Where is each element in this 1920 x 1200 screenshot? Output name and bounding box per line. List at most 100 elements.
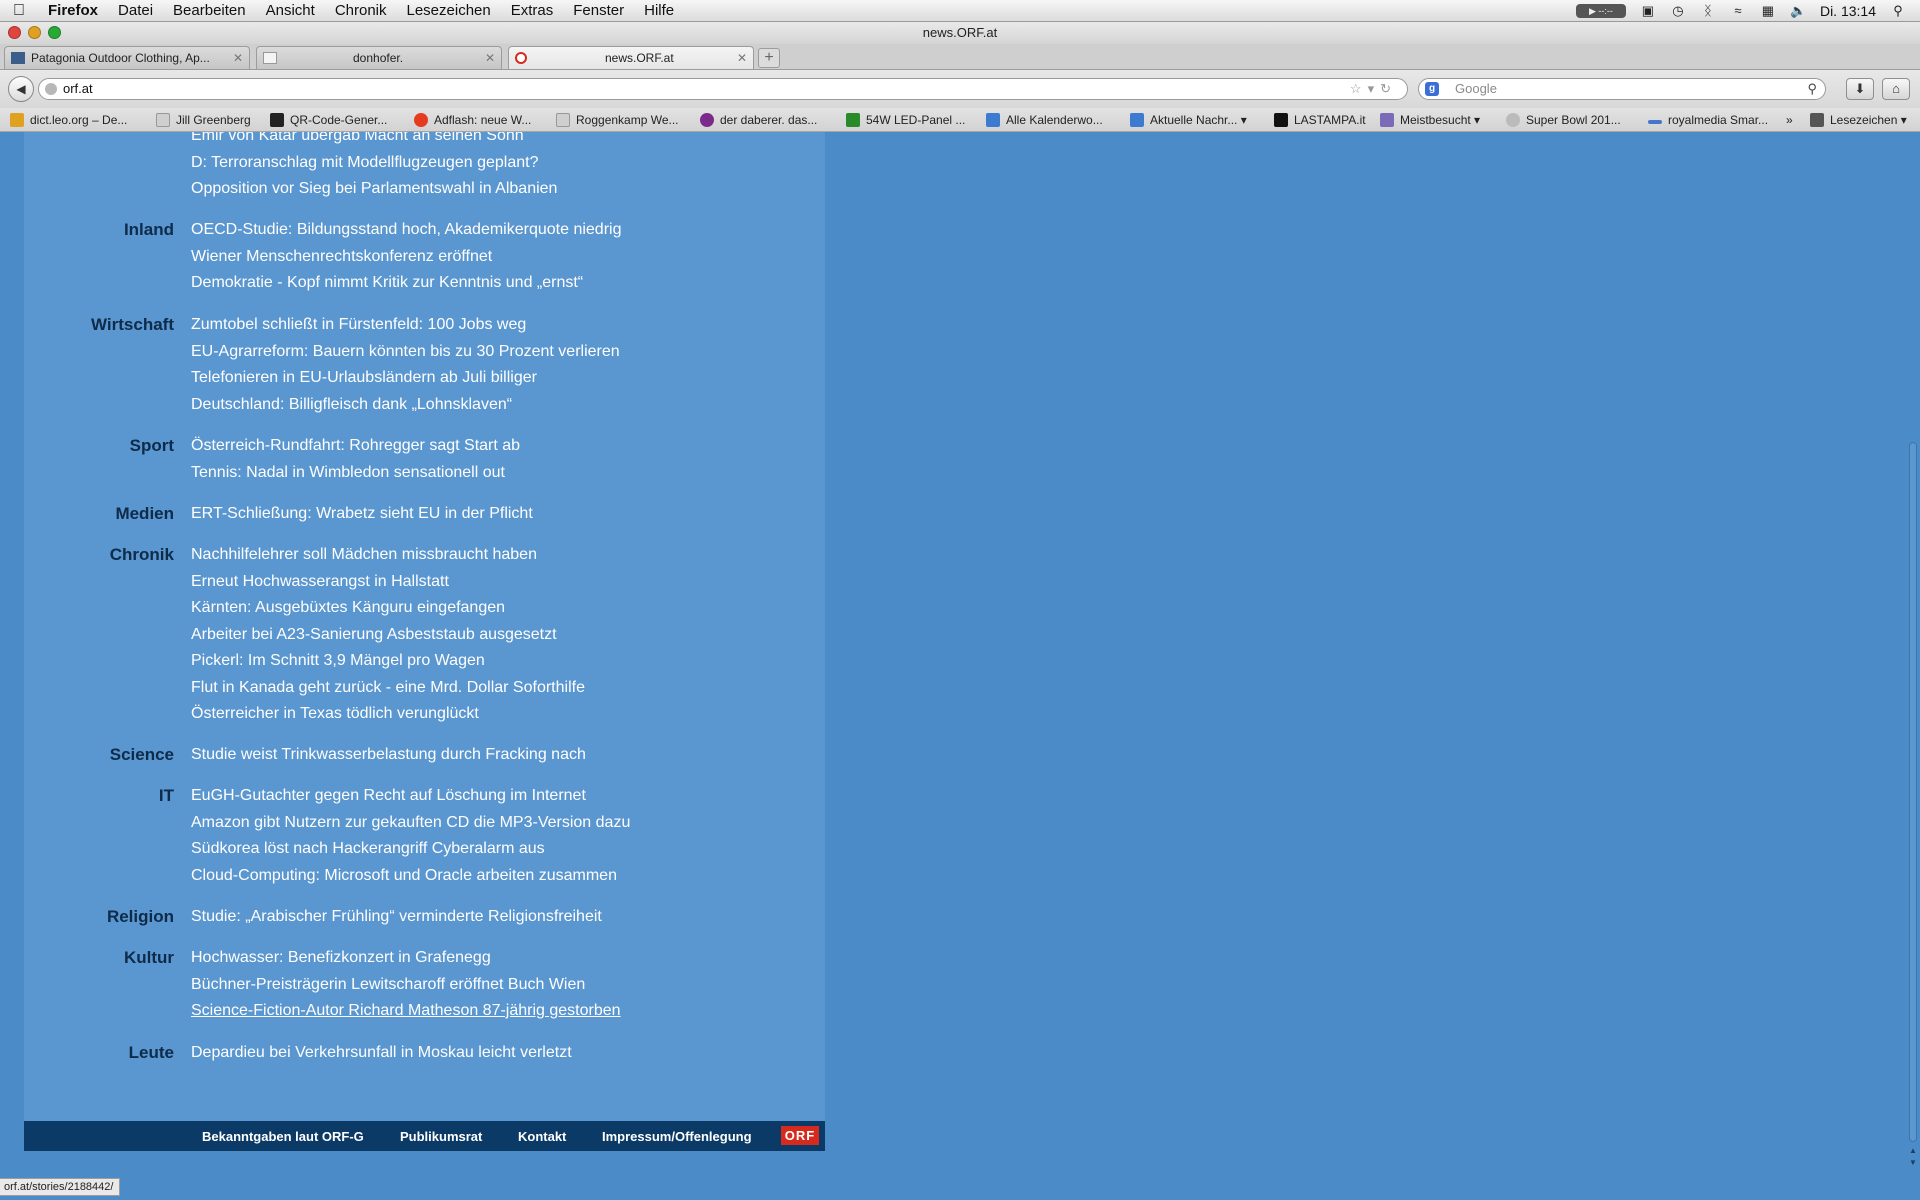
menu-fenster[interactable]: Fenster xyxy=(563,2,634,19)
bookmark-item[interactable]: der daberer. das... xyxy=(700,112,817,128)
menubar-clock[interactable]: Di. 13:14 xyxy=(1820,3,1876,19)
bookmark-item[interactable]: Alle Kalenderwo... xyxy=(986,112,1103,128)
back-button[interactable]: ◀ xyxy=(8,76,34,102)
footer-link-publikumsrat[interactable]: Publikumsrat xyxy=(400,1129,482,1144)
news-link[interactable]: Depardieu bei Verkehrsunfall in Moskau l… xyxy=(191,1040,572,1067)
news-link[interactable]: Österreich-Rundfahrt: Rohregger sagt Sta… xyxy=(191,433,520,460)
bookmark-item[interactable]: Jill Greenberg xyxy=(156,112,251,128)
news-link-hovered[interactable]: Science-Fiction-Autor Richard Matheson 8… xyxy=(191,998,621,1025)
news-link[interactable]: Zumtobel schließt in Fürstenfeld: 100 Jo… xyxy=(191,312,620,339)
news-link[interactable]: ERT-Schließung: Wrabetz sieht EU in der … xyxy=(191,501,533,528)
news-link[interactable]: Telefonieren in EU-Urlaubsländern ab Jul… xyxy=(191,365,620,392)
bookmark-item[interactable]: Roggenkamp We... xyxy=(556,112,679,128)
tab-close-icon[interactable]: ✕ xyxy=(737,47,747,69)
bookmark-item[interactable]: LASTAMPA.it xyxy=(1274,112,1366,128)
url-bar[interactable]: orf.at ☆▾↻ xyxy=(38,78,1408,100)
section-category[interactable]: Inland xyxy=(24,217,174,244)
scroll-up-arrow-icon[interactable]: ▲ xyxy=(1908,1146,1918,1155)
time-machine-icon[interactable]: ◷ xyxy=(1670,3,1686,18)
news-link[interactable]: Opposition vor Sieg bei Parlamentswahl i… xyxy=(191,176,557,203)
news-link[interactable]: Emir von Katar übergab Macht an seinen S… xyxy=(191,132,557,150)
section-category[interactable]: Kultur xyxy=(24,945,174,972)
home-button[interactable]: ⌂ xyxy=(1882,78,1910,100)
tab-patagonia[interactable]: Patagonia Outdoor Clothing, Ap... ✕ xyxy=(4,46,250,69)
news-link[interactable]: Südkorea löst nach Hackerangriff Cyberal… xyxy=(191,836,630,863)
bookmark-star-icon[interactable]: ☆ xyxy=(1350,81,1368,96)
tab-donhofer[interactable]: donhofer. ✕ xyxy=(256,46,502,69)
display-icon[interactable]: ▣ xyxy=(1640,3,1656,18)
bookmarks-menu[interactable]: Lesezeichen ▾ xyxy=(1810,112,1907,128)
window-close-icon[interactable] xyxy=(8,26,21,39)
menu-chronik[interactable]: Chronik xyxy=(325,2,397,19)
section-category[interactable]: Wirtschaft xyxy=(24,312,174,339)
news-link[interactable]: Studie: „Arabischer Frühling“ vermindert… xyxy=(191,904,602,931)
section-category[interactable]: Leute xyxy=(24,1040,174,1067)
reload-icon[interactable]: ↻ xyxy=(1380,81,1397,96)
news-link[interactable]: Hochwasser: Benefizkonzert in Grafenegg xyxy=(191,945,621,972)
menu-firefox[interactable]: Firefox xyxy=(38,2,108,19)
section-category[interactable]: IT xyxy=(24,783,174,810)
volume-icon[interactable]: 🔈 xyxy=(1790,3,1806,18)
news-link[interactable]: OECD-Studie: Bildungsstand hoch, Akademi… xyxy=(191,217,621,244)
menu-datei[interactable]: Datei xyxy=(108,2,163,19)
search-bar[interactable]: g Google ⚲ xyxy=(1418,78,1826,100)
section-category[interactable]: Science xyxy=(24,742,174,769)
input-menu-icon[interactable]: ▦ xyxy=(1760,3,1776,18)
news-link[interactable]: EuGH-Gutachter gegen Recht auf Löschung … xyxy=(191,783,630,810)
news-link[interactable]: Deutschland: Billigfleisch dank „Lohnskl… xyxy=(191,392,620,419)
wifi-icon[interactable]: ≈ xyxy=(1730,3,1746,18)
bookmark-item[interactable]: dict.leo.org – De... xyxy=(10,112,127,128)
footer-link-kontakt[interactable]: Kontakt xyxy=(518,1129,566,1144)
apple-menu-icon[interactable]:  xyxy=(0,2,38,20)
site-identity-icon[interactable] xyxy=(45,83,57,95)
bookmark-item[interactable]: 54W LED-Panel ... xyxy=(846,112,965,128)
spotlight-search-icon[interactable]: ⚲ xyxy=(1890,3,1906,18)
news-link[interactable]: EU-Agrarreform: Bauern könnten bis zu 30… xyxy=(191,339,620,366)
news-link[interactable]: Studie weist Trinkwasserbelastung durch … xyxy=(191,742,586,769)
section-category[interactable]: Religion xyxy=(24,904,174,931)
bluetooth-icon[interactable]: ᛝ xyxy=(1700,3,1716,18)
media-control-icon[interactable]: ▶ --:-- xyxy=(1575,3,1626,18)
google-engine-icon[interactable]: g xyxy=(1425,82,1439,96)
scrollbar-thumb[interactable] xyxy=(1909,442,1917,1142)
section-category[interactable]: Sport xyxy=(24,433,174,460)
news-link[interactable]: Flut in Kanada geht zurück - eine Mrd. D… xyxy=(191,675,585,702)
footer-link-bekanntgaben[interactable]: Bekanntgaben laut ORF-G xyxy=(202,1129,364,1144)
news-link[interactable]: Pickerl: Im Schnitt 3,9 Mängel pro Wagen xyxy=(191,648,585,675)
news-link[interactable]: Büchner-Preisträgerin Lewitscharoff eröf… xyxy=(191,972,621,999)
news-link[interactable]: Demokratie - Kopf nimmt Kritik zur Kennt… xyxy=(191,270,621,297)
news-link[interactable]: Arbeiter bei A23-Sanierung Asbeststaub a… xyxy=(191,622,585,649)
history-dropdown-icon[interactable]: ▾ xyxy=(1368,81,1381,96)
menu-hilfe[interactable]: Hilfe xyxy=(634,2,684,19)
news-link[interactable]: Wiener Menschenrechtskonferenz eröffnet xyxy=(191,244,621,271)
news-link[interactable]: D: Terroranschlag mit Modellflugzeugen g… xyxy=(191,150,557,177)
tab-close-icon[interactable]: ✕ xyxy=(485,47,495,69)
section-category[interactable]: Chronik xyxy=(24,542,174,569)
section-category[interactable]: Medien xyxy=(24,501,174,528)
footer-link-impressum[interactable]: Impressum/Offenlegung xyxy=(602,1129,752,1144)
orf-logo[interactable]: ORF xyxy=(781,1126,819,1145)
bookmarks-overflow-chevron-icon[interactable]: » xyxy=(1786,112,1793,128)
page-scrollbar[interactable]: ▲ ▼ xyxy=(1906,132,1920,1200)
bookmark-folder[interactable]: Aktuelle Nachr... ▾ xyxy=(1130,112,1247,128)
scroll-down-arrow-icon[interactable]: ▼ xyxy=(1908,1158,1918,1167)
bookmark-item[interactable]: Adflash: neue W... xyxy=(414,112,531,128)
news-link[interactable]: Tennis: Nadal in Wimbledon sensationell … xyxy=(191,460,520,487)
search-icon[interactable]: ⚲ xyxy=(1807,79,1817,99)
tab-news-orf[interactable]: news.ORF.at ✕ xyxy=(508,46,754,69)
menu-ansicht[interactable]: Ansicht xyxy=(256,2,325,19)
bookmark-folder[interactable]: Meistbesucht ▾ xyxy=(1380,112,1480,128)
downloads-button[interactable]: ⬇ xyxy=(1846,78,1874,100)
news-link[interactable]: Nachhilfelehrer soll Mädchen missbraucht… xyxy=(191,542,585,569)
tab-close-icon[interactable]: ✕ xyxy=(233,47,243,69)
news-link[interactable]: Amazon gibt Nutzern zur gekauften CD die… xyxy=(191,810,630,837)
menu-extras[interactable]: Extras xyxy=(501,2,564,19)
bookmark-item[interactable]: Super Bowl 201... xyxy=(1506,112,1621,128)
bookmark-item[interactable]: QR-Code-Gener... xyxy=(270,112,387,128)
window-zoom-icon[interactable] xyxy=(48,26,61,39)
menu-bearbeiten[interactable]: Bearbeiten xyxy=(163,2,256,19)
news-link[interactable]: Erneut Hochwasserangst in Hallstatt xyxy=(191,569,585,596)
news-link[interactable]: Cloud-Computing: Microsoft und Oracle ar… xyxy=(191,863,630,890)
url-text[interactable]: orf.at xyxy=(63,81,93,96)
news-link[interactable]: Kärnten: Ausgebüxtes Känguru eingefangen xyxy=(191,595,585,622)
